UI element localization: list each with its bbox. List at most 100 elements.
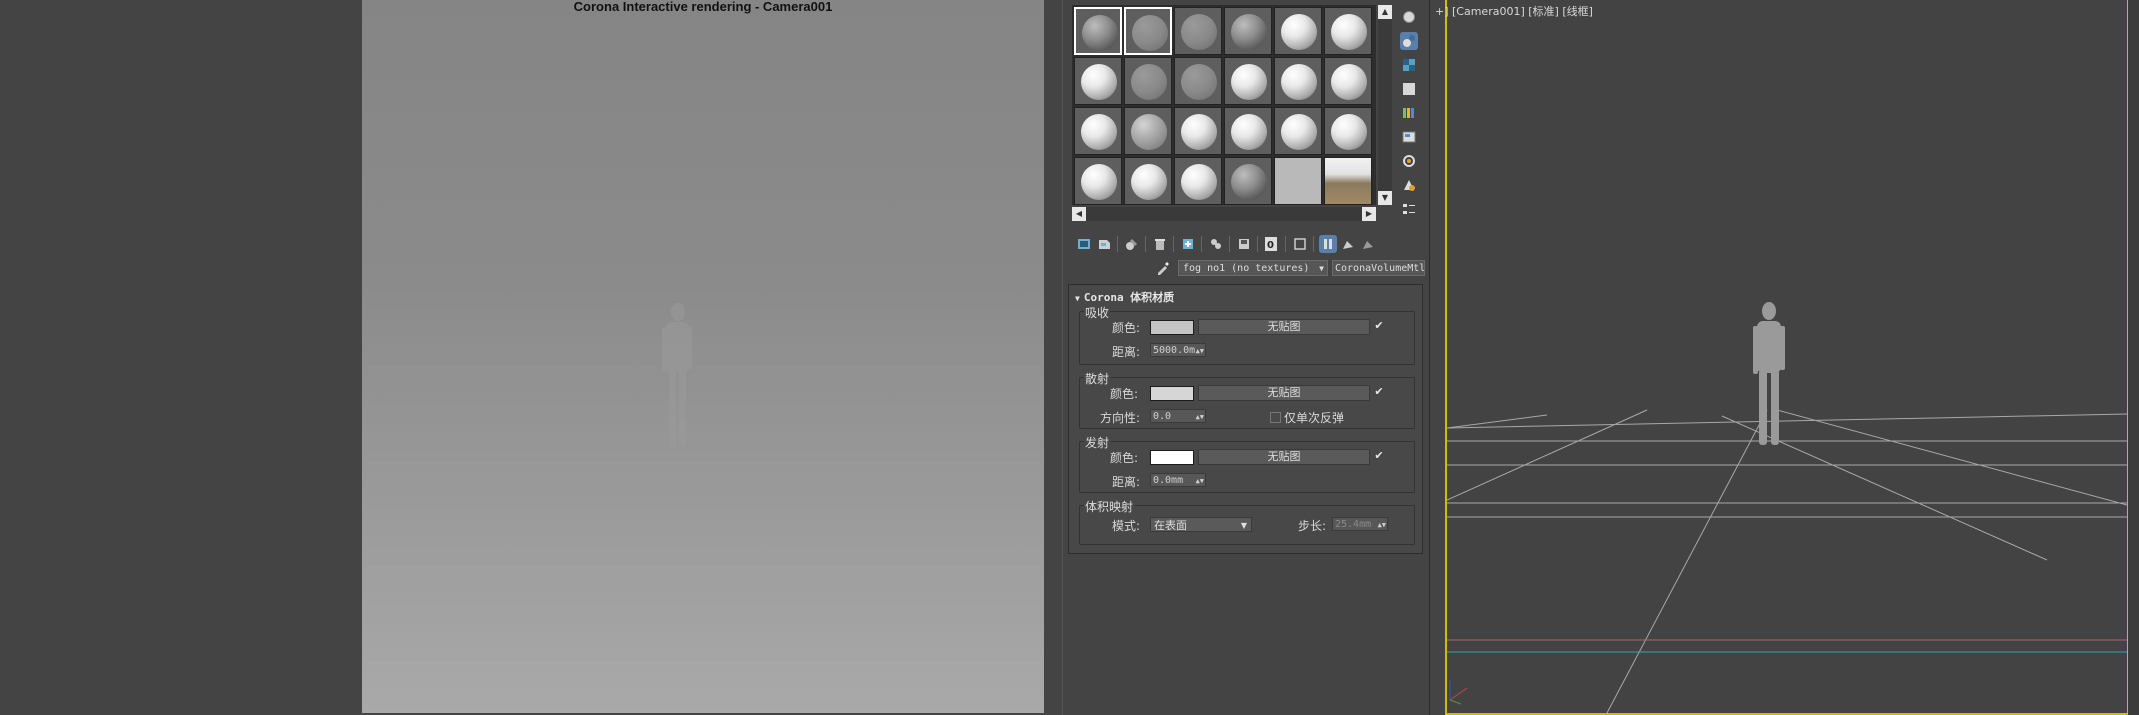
material-sample-slot[interactable] xyxy=(1324,107,1372,155)
material-preview-sphere xyxy=(1231,114,1267,150)
material-sample-slot[interactable] xyxy=(1074,57,1122,105)
material-sample-slot[interactable] xyxy=(1124,7,1172,55)
select-by-material-icon[interactable] xyxy=(1400,176,1418,194)
material-preview-sphere xyxy=(1331,114,1367,150)
absorption-map-enable-check[interactable]: ✔ xyxy=(1373,320,1385,332)
corona-render-frame[interactable]: Corona Interactive rendering - Camera001 xyxy=(362,0,1044,713)
material-sample-slot[interactable] xyxy=(1074,107,1122,155)
scattering-map-enable-check[interactable]: ✔ xyxy=(1373,386,1385,398)
material-id-channel-icon[interactable]: 0 xyxy=(1263,235,1281,253)
scattering-label: 散射 xyxy=(1084,370,1111,387)
eyedropper-icon[interactable] xyxy=(1155,260,1173,276)
material-sample-slot[interactable] xyxy=(1274,57,1322,105)
material-sample-slot[interactable] xyxy=(1324,57,1372,105)
viewport-figure xyxy=(1753,302,1785,445)
scroll-up-button[interactable]: ▲ xyxy=(1378,5,1392,19)
camera-viewport[interactable]: +] [Camera001] [标准] [线框] xyxy=(1435,0,2129,715)
emission-map-button[interactable]: 无贴图 xyxy=(1198,449,1370,465)
video-color-check-icon[interactable] xyxy=(1400,104,1418,122)
material-preview-sphere xyxy=(1082,15,1118,51)
emission-color-label: 颜色: xyxy=(1110,451,1139,465)
background-checker-icon[interactable] xyxy=(1400,56,1418,74)
go-to-parent-icon[interactable] xyxy=(1339,235,1357,253)
material-sample-slot[interactable] xyxy=(1174,107,1222,155)
mode-label: 模式: xyxy=(1112,519,1141,533)
material-type-button[interactable]: CoronaVolumeMtl xyxy=(1332,260,1425,276)
viewport-edge xyxy=(2128,0,2139,715)
material-sample-slot[interactable] xyxy=(1274,7,1322,55)
material-preview-sphere xyxy=(1331,14,1367,50)
absorption-map-button[interactable]: 无贴图 xyxy=(1198,319,1370,335)
scroll-right-button[interactable]: ▶ xyxy=(1362,207,1376,221)
material-preview-sphere xyxy=(1281,14,1317,50)
material-sample-slot[interactable] xyxy=(1174,57,1222,105)
material-preview-sphere xyxy=(1231,14,1267,50)
directionality-spinner[interactable]: 0.0 ▲▼ xyxy=(1150,409,1206,423)
make-unique-icon[interactable] xyxy=(1207,235,1225,253)
sample-grid-vertical-scrollbar[interactable]: ▲ ▼ xyxy=(1378,5,1392,205)
material-sample-slot[interactable] xyxy=(1274,157,1322,205)
show-end-result-icon[interactable] xyxy=(1319,235,1337,253)
emission-distance-spinner[interactable]: 0.0mm ▲▼ xyxy=(1150,473,1206,487)
svg-text:0: 0 xyxy=(1267,240,1274,251)
material-preview-sphere xyxy=(1181,14,1217,50)
material-preview-sphere xyxy=(1131,164,1167,200)
material-preview-sphere xyxy=(1081,164,1117,200)
step-spinner[interactable]: 25.4mm ▲▼ xyxy=(1332,517,1388,531)
sample-uv-tiling-icon[interactable] xyxy=(1400,80,1418,98)
absorption-distance-spinner[interactable]: 5000.0m ▲▼ xyxy=(1150,343,1206,357)
material-sample-slot[interactable] xyxy=(1324,7,1372,55)
scroll-left-button[interactable]: ◀ xyxy=(1072,207,1086,221)
emission-color-swatch[interactable] xyxy=(1150,450,1194,465)
material-preview-sphere xyxy=(1081,64,1117,100)
material-sample-slot[interactable] xyxy=(1274,107,1322,155)
material-sample-slot[interactable] xyxy=(1224,107,1272,155)
sample-grid-horizontal-scrollbar[interactable]: ◀ ▶ xyxy=(1072,207,1376,221)
rollout-title[interactable]: ▼ Corona 体积材质 xyxy=(1075,289,1174,305)
material-sample-slot[interactable] xyxy=(1074,7,1122,55)
material-sample-slot[interactable] xyxy=(1124,107,1172,155)
reset-map-icon[interactable] xyxy=(1151,235,1169,253)
material-sample-slot[interactable] xyxy=(1174,157,1222,205)
get-material-icon[interactable] xyxy=(1075,235,1093,253)
absorption-color-swatch[interactable] xyxy=(1150,320,1194,335)
put-material-to-scene-icon[interactable] xyxy=(1095,235,1113,253)
material-sample-slot[interactable] xyxy=(1124,57,1172,105)
backlight-icon[interactable] xyxy=(1400,32,1418,50)
material-sample-slot[interactable] xyxy=(1124,157,1172,205)
absorption-label: 吸收 xyxy=(1084,304,1111,321)
material-preview-sphere xyxy=(1132,15,1168,51)
sample-slot-grid xyxy=(1072,5,1376,205)
scattering-map-button[interactable]: 无贴图 xyxy=(1198,385,1370,401)
material-preview-sphere xyxy=(1231,64,1267,100)
absorption-color-label: 颜色: xyxy=(1112,321,1141,335)
material-map-navigator-icon[interactable] xyxy=(1400,200,1418,218)
mapping-mode-dropdown[interactable]: 在表面 ▼ xyxy=(1150,517,1252,532)
scattering-color-swatch[interactable] xyxy=(1150,386,1194,401)
put-to-library-icon[interactable] xyxy=(1235,235,1253,253)
show-shaded-material-icon[interactable] xyxy=(1291,235,1309,253)
material-preview-sphere xyxy=(1331,64,1367,100)
material-options-icon[interactable] xyxy=(1400,152,1418,170)
sample-type-icon[interactable] xyxy=(1400,8,1418,26)
emission-map-enable-check[interactable]: ✔ xyxy=(1373,450,1385,462)
material-name-field[interactable]: fog no1 (no textures) ▼ xyxy=(1178,260,1328,276)
material-sample-slot[interactable] xyxy=(1074,157,1122,205)
material-editor-toolbar: 0 xyxy=(1071,233,1426,255)
material-sample-slot[interactable] xyxy=(1174,7,1222,55)
material-sample-slot[interactable] xyxy=(1224,7,1272,55)
material-sample-slot[interactable] xyxy=(1224,157,1272,205)
absorption-group: 吸收 颜色: 无贴图 ✔ 距离: 5000.0m ▲▼ xyxy=(1079,304,1415,365)
assign-material-to-selection-icon[interactable] xyxy=(1123,235,1141,253)
render-image xyxy=(662,303,692,448)
scroll-down-button[interactable]: ▼ xyxy=(1378,191,1392,205)
material-sample-slot[interactable] xyxy=(1224,57,1272,105)
material-preview-sphere xyxy=(1181,164,1217,200)
single-bounce-checkbox[interactable] xyxy=(1270,412,1281,423)
material-preview-sphere xyxy=(1131,64,1167,100)
make-material-copy-icon[interactable] xyxy=(1179,235,1197,253)
make-preview-icon[interactable] xyxy=(1400,128,1418,146)
emission-distance-label: 距离: xyxy=(1112,475,1141,489)
material-sample-slot[interactable] xyxy=(1324,157,1372,205)
go-forward-to-sibling-icon[interactable] xyxy=(1359,235,1377,253)
